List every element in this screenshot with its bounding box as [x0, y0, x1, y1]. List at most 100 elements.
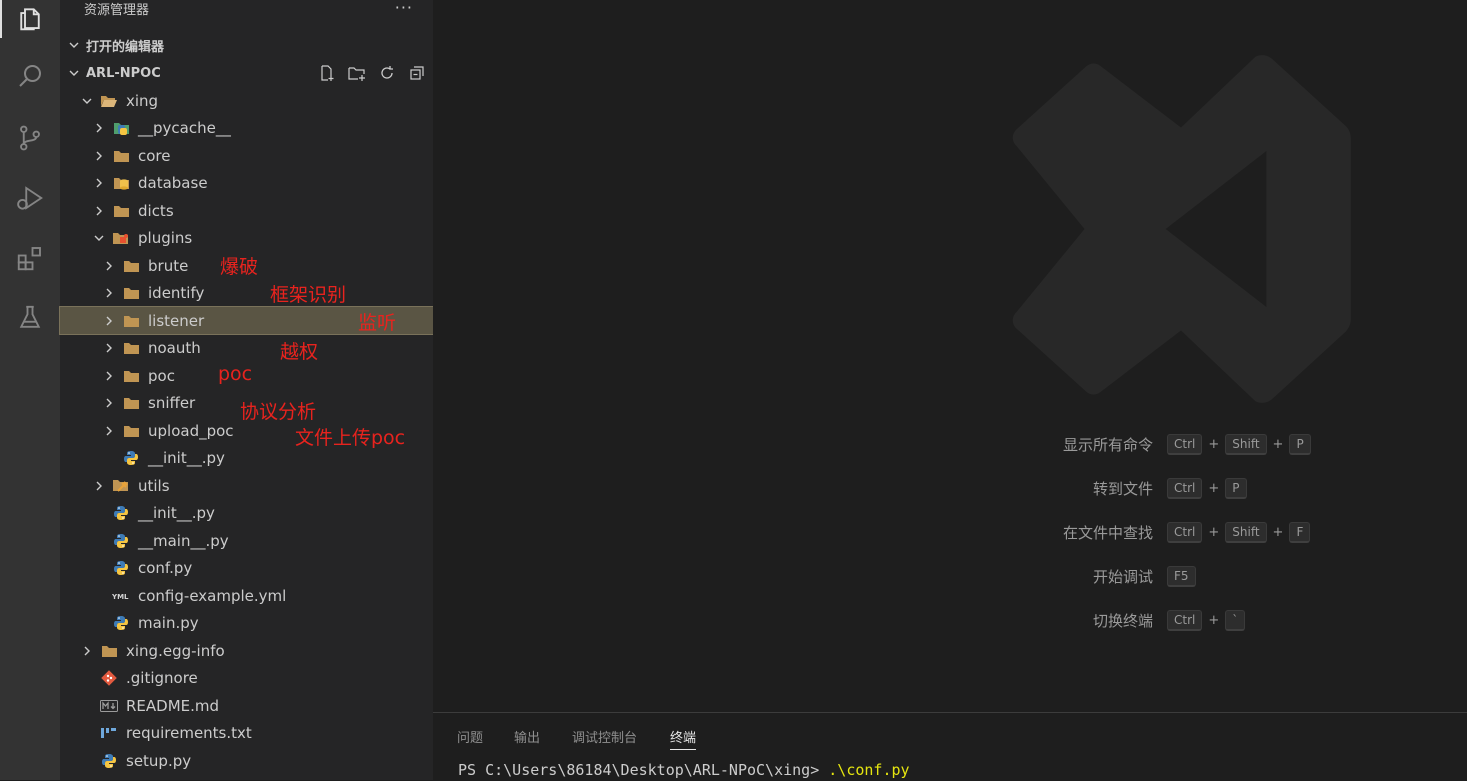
tree-folder-row[interactable]: xing.egg-info: [60, 637, 433, 664]
chevron-down-icon[interactable]: [80, 94, 94, 108]
keycap: Shift: [1225, 521, 1267, 543]
keycap: Ctrl: [1167, 521, 1203, 543]
requirements-icon: [100, 725, 118, 741]
chevron-right-icon[interactable]: [102, 286, 116, 300]
tab-terminal[interactable]: 终端: [670, 727, 697, 750]
tree-folder-row[interactable]: __pycache__: [60, 115, 433, 142]
project-section[interactable]: ARL-NPOC: [60, 59, 433, 87]
chevron-right-icon[interactable]: [92, 176, 106, 190]
chevron-down-icon[interactable]: [92, 231, 106, 245]
chevron-right-icon[interactable]: [92, 479, 106, 493]
shortcut-label: 显示所有命令: [1062, 435, 1153, 454]
folder-icon: [122, 258, 140, 274]
shortcut-row[interactable]: 显示所有命令 Ctrl + Shift + P: [433, 432, 1467, 456]
more-actions-icon[interactable]: ···: [395, 0, 413, 17]
vscode-logo-icon: [1012, 55, 1351, 403]
tree-item-label: requirements.txt: [126, 724, 252, 742]
key-plus: +: [1208, 436, 1220, 452]
terminal-command: .\conf.py: [828, 761, 910, 779]
tree-file-row[interactable]: .gitignore: [60, 665, 433, 692]
keycap: F5: [1167, 565, 1196, 587]
activity-bar: [0, 0, 60, 780]
shortcut-row[interactable]: 开始调试 F5: [433, 564, 1467, 588]
tab-output[interactable]: 输出: [514, 727, 540, 749]
tree-item-label: poc: [148, 366, 175, 385]
tree-item-label: sniffer: [148, 394, 196, 412]
tree-folder-row[interactable]: core: [60, 142, 433, 169]
tree-folder-row[interactable]: xing: [60, 87, 433, 114]
tree-item-label: main.py: [138, 614, 199, 632]
tree-item-label: conf.py: [138, 559, 193, 577]
tree-file-row[interactable]: README.md: [60, 692, 433, 719]
chevron-right-icon[interactable]: [102, 424, 116, 438]
tree-folder-row[interactable]: plugins: [60, 225, 433, 252]
source-control-icon[interactable]: [0, 110, 60, 166]
tree-item-label: __pycache__: [138, 119, 231, 137]
sidebar-title: 资源管理器: [84, 3, 150, 18]
tab-debug-console[interactable]: 调试控制台: [572, 727, 637, 749]
tree-item-label: dicts: [138, 201, 174, 220]
svg-text:YML: YML: [112, 593, 129, 601]
yaml-icon: YML: [112, 588, 130, 604]
python-icon: [112, 533, 130, 549]
tree-folder-row[interactable]: noauth: [60, 335, 433, 362]
shortcut-row[interactable]: 转到文件 Ctrl + P: [433, 476, 1467, 500]
new-file-icon[interactable]: [317, 63, 337, 83]
annotation-identify: 框架识别: [270, 284, 347, 306]
run-debug-icon[interactable]: [0, 170, 60, 226]
shortcut-row[interactable]: 切换终端 Ctrl + `: [433, 608, 1467, 632]
tab-problems[interactable]: 问题: [457, 727, 483, 749]
terminal-prompt: PS C:\Users\86184\Desktop\ARL-NPoC\xing>: [458, 761, 829, 779]
tree-item-label: .gitignore: [126, 669, 198, 687]
tree-item-label: __main__.py: [138, 531, 229, 550]
explorer-icon[interactable]: [0, 0, 60, 46]
terminal-line[interactable]: PS C:\Users\86184\Desktop\ARL-NPoC\xing>…: [458, 761, 910, 779]
chevron-right-icon[interactable]: [80, 644, 94, 658]
keycap: P: [1225, 477, 1247, 499]
tree-item-label: database: [138, 174, 208, 192]
shortcut-label: 在文件中查找: [1062, 523, 1153, 542]
shortcut-row[interactable]: 在文件中查找 Ctrl + Shift + F: [433, 520, 1467, 544]
tree-item-label: listener: [148, 311, 205, 330]
tree-folder-row[interactable]: utils: [60, 472, 433, 499]
chevron-right-icon[interactable]: [92, 149, 106, 163]
tree-item-label: core: [138, 146, 171, 165]
python-icon: [122, 450, 140, 466]
tree-file-row[interactable]: setup.py: [60, 747, 433, 774]
python-icon: [112, 560, 130, 576]
python-icon: [112, 505, 130, 521]
tree-folder-row[interactable]: dicts: [60, 197, 433, 224]
chevron-right-icon[interactable]: [92, 204, 106, 218]
chevron-right-icon[interactable]: [102, 314, 116, 328]
python-icon: [100, 753, 118, 769]
tree-item-label: brute: [148, 256, 189, 275]
annotation-poc: poc: [218, 363, 253, 385]
extensions-icon[interactable]: [0, 230, 60, 286]
tree-file-row[interactable]: __init__.py: [60, 500, 433, 527]
tree-item-label: setup.py: [126, 751, 192, 770]
keycap: Ctrl: [1167, 609, 1203, 631]
testing-icon[interactable]: [0, 290, 60, 346]
tree-file-row[interactable]: __main__.py: [60, 527, 433, 554]
tree-file-row[interactable]: conf.py: [60, 555, 433, 582]
chevron-right-icon[interactable]: [102, 396, 116, 410]
tree-file-row[interactable]: YML config-example.yml: [60, 582, 433, 609]
tree-file-row[interactable]: requirements.txt: [60, 720, 433, 747]
folder-open-icon: [100, 93, 118, 109]
open-editors-section[interactable]: 打开的编辑器: [60, 31, 433, 59]
tree-file-row[interactable]: main.py: [60, 610, 433, 637]
chevron-right-icon[interactable]: [92, 121, 106, 135]
tree-folder-row[interactable]: identify: [60, 280, 433, 307]
collapse-all-icon[interactable]: [407, 63, 427, 83]
new-folder-icon[interactable]: [347, 63, 367, 83]
project-name: ARL-NPOC: [86, 65, 161, 81]
search-icon[interactable]: [0, 48, 60, 104]
tree-item-label: noauth: [148, 339, 201, 357]
refresh-icon[interactable]: [377, 63, 397, 83]
chevron-right-icon[interactable]: [102, 341, 116, 355]
chevron-right-icon[interactable]: [102, 259, 116, 273]
chevron-right-icon[interactable]: [102, 369, 116, 383]
tree-folder-row[interactable]: database: [60, 170, 433, 197]
